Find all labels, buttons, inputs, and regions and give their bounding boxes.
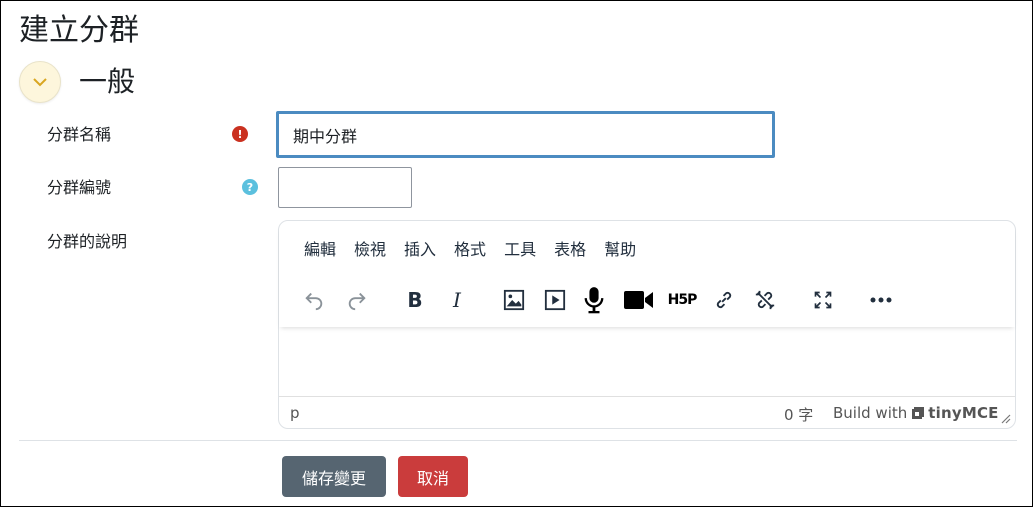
- record-video-button[interactable]: [622, 283, 656, 317]
- insert-image-button[interactable]: [497, 283, 531, 317]
- bold-button[interactable]: B: [398, 283, 432, 317]
- editor-header: 編輯 檢視 插入 格式 工具 表格 幫助 B I H5P: [279, 221, 1015, 327]
- required-icon: !: [232, 126, 248, 142]
- section-title: 一般: [79, 65, 136, 98]
- h5p-button[interactable]: H5P: [665, 283, 699, 317]
- image-icon: [503, 289, 525, 311]
- menu-tools[interactable]: 工具: [495, 237, 545, 263]
- group-name-label: 分群名稱: [47, 125, 112, 144]
- word-count[interactable]: 0 字: [784, 404, 813, 425]
- collapse-section-button[interactable]: [19, 61, 61, 103]
- rich-text-editor: 編輯 檢視 插入 格式 工具 表格 幫助 B I H5P p 0 字 Build…: [278, 220, 1016, 429]
- resize-handle-icon[interactable]: [1001, 414, 1011, 424]
- media-icon: [544, 289, 566, 311]
- tinymce-logo-text: tinyMCE: [928, 404, 999, 422]
- menu-edit[interactable]: 編輯: [295, 237, 345, 263]
- divider: [19, 440, 1017, 441]
- undo-icon: [305, 292, 323, 311]
- menu-insert[interactable]: 插入: [395, 237, 445, 263]
- editor-menubar: 編輯 檢視 插入 格式 工具 表格 幫助: [295, 237, 645, 263]
- branding[interactable]: Build with tinyMCE: [833, 404, 999, 422]
- fullscreen-button[interactable]: [806, 283, 840, 317]
- tinymce-logo-icon: [912, 407, 925, 419]
- group-id-input[interactable]: [278, 167, 412, 208]
- menu-help[interactable]: 幫助: [595, 237, 645, 263]
- editor-statusbar: p 0 字 Build with tinyMCE: [279, 396, 1015, 428]
- menu-view[interactable]: 檢視: [345, 237, 395, 263]
- redo-button[interactable]: [340, 283, 374, 317]
- group-description-label: 分群的說明: [47, 232, 128, 251]
- menu-table[interactable]: 表格: [545, 237, 595, 263]
- record-audio-button[interactable]: [577, 283, 611, 317]
- fullscreen-icon: [814, 291, 832, 309]
- editor-toolbar: B I H5P: [279, 283, 1015, 317]
- help-icon[interactable]: ?: [242, 179, 258, 195]
- group-name-input[interactable]: [276, 111, 775, 158]
- insert-link-button[interactable]: [707, 283, 741, 317]
- save-changes-button[interactable]: 儲存變更: [282, 456, 386, 497]
- unlink-button[interactable]: [748, 283, 782, 317]
- element-path[interactable]: p: [290, 404, 300, 422]
- page-title: 建立分群: [19, 13, 139, 48]
- group-id-label: 分群編號: [47, 178, 112, 197]
- link-icon: [716, 291, 732, 309]
- video-icon: [624, 291, 653, 309]
- redo-icon: [348, 292, 366, 311]
- branding-text: Build with: [833, 404, 908, 422]
- microphone-icon: [584, 287, 604, 314]
- more-icon: [870, 297, 892, 303]
- section-header: 一般: [19, 61, 135, 103]
- bold-icon: B: [407, 288, 423, 312]
- chevron-down-icon: [33, 78, 47, 87]
- italic-button[interactable]: I: [440, 283, 474, 317]
- menu-format[interactable]: 格式: [445, 237, 495, 263]
- cancel-button[interactable]: 取消: [398, 456, 468, 497]
- tinymce-logo: tinyMCE: [911, 404, 998, 422]
- italic-icon: I: [453, 288, 461, 312]
- unlink-icon: [755, 290, 775, 310]
- undo-button[interactable]: [297, 283, 331, 317]
- more-button[interactable]: [864, 283, 898, 317]
- h5p-icon: H5P: [667, 292, 698, 308]
- insert-media-button[interactable]: [538, 283, 572, 317]
